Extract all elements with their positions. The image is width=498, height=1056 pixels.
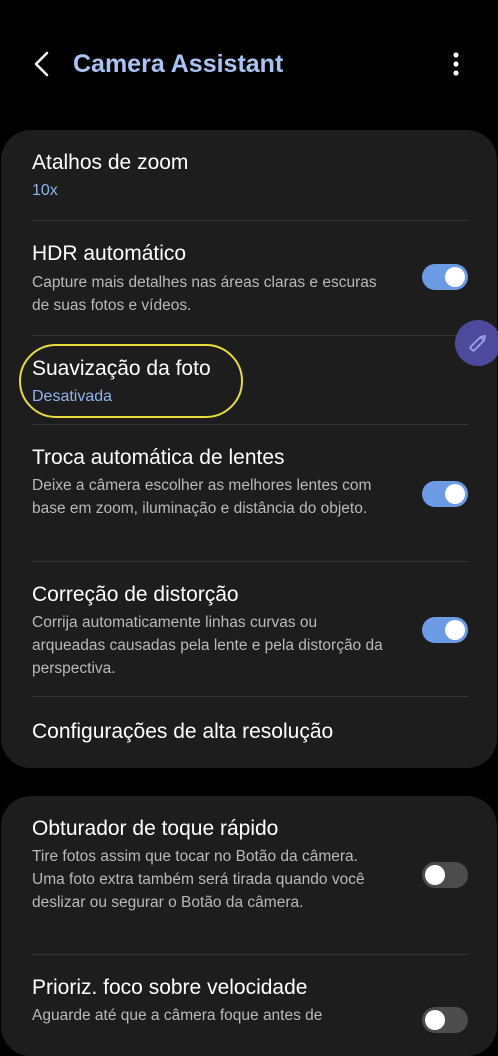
- setting-title: Troca automática de lentes: [32, 446, 285, 469]
- setting-title: Prioriz. foco sobre velocidade: [32, 976, 308, 999]
- setting-description: Capture mais detalhes nas áreas claras e…: [32, 274, 377, 314]
- quick-tap-shutter-toggle[interactable]: [422, 862, 468, 888]
- toggle-knob: [425, 865, 445, 885]
- settings-group-1: Atalhos de zoom 10x HDR automático Captu…: [1, 130, 497, 768]
- more-options-button[interactable]: [436, 44, 476, 84]
- setting-high-resolution[interactable]: Configurações de alta resolução: [1, 697, 497, 768]
- setting-auto-hdr[interactable]: HDR automático Capture mais detalhes nas…: [1, 221, 497, 335]
- setting-quick-tap-shutter[interactable]: Obturador de toque rápido Tire fotos ass…: [1, 796, 497, 954]
- auto-hdr-toggle[interactable]: [422, 264, 468, 290]
- distortion-correction-toggle[interactable]: [422, 617, 468, 643]
- more-vertical-icon: [453, 52, 459, 76]
- page-title: Camera Assistant: [73, 50, 284, 78]
- setting-zoom-shortcuts[interactable]: Atalhos de zoom 10x: [1, 130, 497, 220]
- toggle-knob: [445, 484, 465, 504]
- toggle-knob: [445, 620, 465, 640]
- setting-title: Correção de distorção: [32, 583, 239, 606]
- focus-priority-toggle[interactable]: [422, 1007, 468, 1033]
- toggle-knob: [425, 1010, 445, 1030]
- back-button[interactable]: [24, 44, 60, 84]
- pencil-icon: [469, 335, 486, 352]
- setting-distortion-correction[interactable]: Correção de distorção Corrija automatica…: [1, 562, 497, 696]
- toggle-knob: [445, 267, 465, 287]
- setting-photo-smoothing[interactable]: Suavização da foto Desativada: [1, 336, 497, 424]
- setting-title: HDR automático: [32, 242, 187, 265]
- setting-description: Tire fotos assim que tocar no Botão da c…: [32, 848, 365, 911]
- app-header: Camera Assistant: [0, 0, 498, 128]
- setting-value: Desativada: [32, 388, 113, 405]
- setting-description: Corrija automaticamente linhas curvas ou…: [32, 614, 383, 677]
- setting-auto-lens-switch[interactable]: Troca automática de lentes Deixe a câmer…: [1, 425, 497, 561]
- settings-group-2: Obturador de toque rápido Tire fotos ass…: [1, 796, 497, 1056]
- setting-title: Obturador de toque rápido: [32, 817, 279, 840]
- setting-value: 10x: [32, 182, 58, 199]
- setting-title: Suavização da foto: [32, 357, 211, 380]
- setting-focus-priority[interactable]: Prioriz. foco sobre velocidade Aguarde a…: [1, 955, 497, 1056]
- edit-floating-button[interactable]: [455, 320, 498, 366]
- auto-lens-switch-toggle[interactable]: [422, 481, 468, 507]
- chevron-left-icon: [34, 51, 49, 77]
- setting-title: Configurações de alta resolução: [32, 720, 334, 743]
- setting-description: Deixe a câmera escolher as melhores lent…: [32, 477, 372, 517]
- setting-title: Atalhos de zoom: [32, 151, 189, 174]
